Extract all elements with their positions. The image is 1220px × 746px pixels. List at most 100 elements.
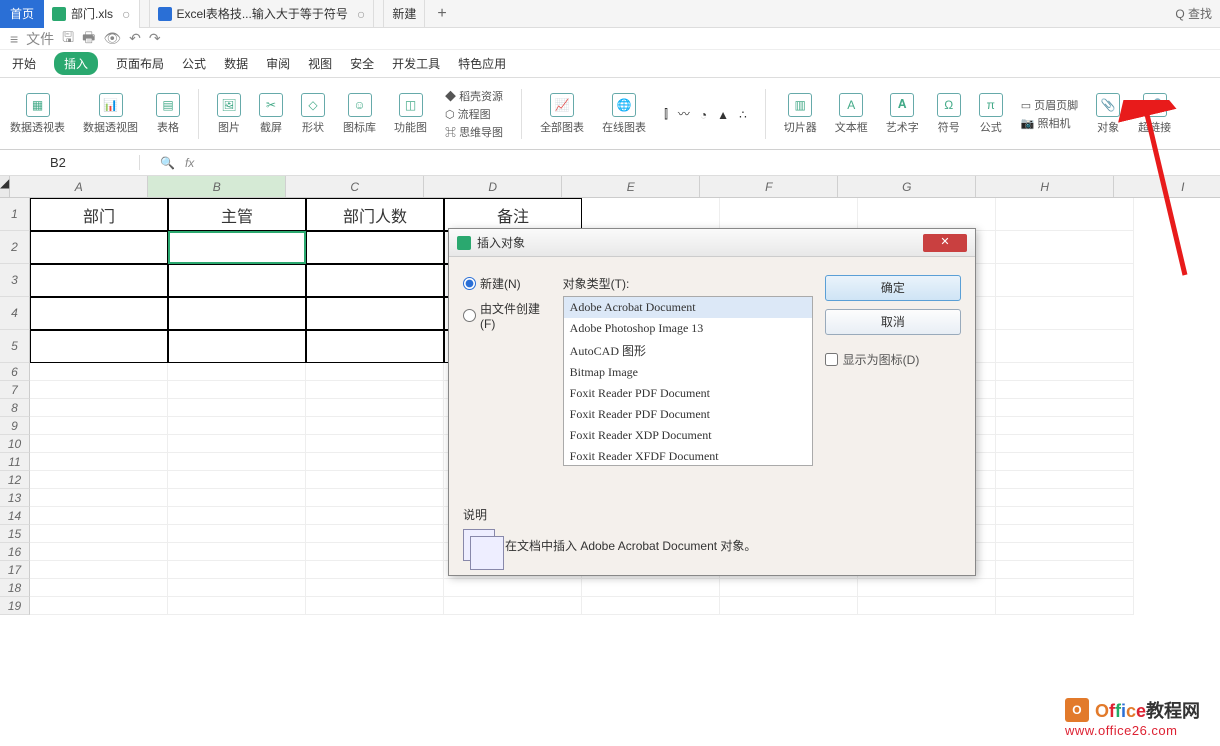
file-label[interactable]: 文件 (26, 29, 54, 49)
menu-icon[interactable]: ≡ (10, 31, 18, 47)
menu-data[interactable]: 数据 (224, 55, 248, 72)
menu-page-layout[interactable]: 页面布局 (116, 55, 164, 72)
row-header[interactable]: 2 (0, 231, 30, 264)
row-header[interactable]: 9 (0, 417, 30, 435)
col-A[interactable]: A (10, 176, 148, 197)
col-C[interactable]: C (286, 176, 424, 197)
row-header[interactable]: 3 (0, 264, 30, 297)
picture-button[interactable]: 🖼图片 (217, 93, 241, 135)
print-icon[interactable]: 🖶 (82, 27, 95, 51)
row-header[interactable]: 15 (0, 525, 30, 543)
list-item[interactable]: Bitmap Image (564, 362, 812, 383)
bar-icon[interactable]: ⫿ (664, 107, 668, 122)
slicer-button[interactable]: ▥切片器 (784, 93, 817, 135)
hyperlink-button[interactable]: 🔗超链接 (1138, 93, 1171, 135)
cell-D1[interactable]: 备注 (444, 198, 582, 231)
row-header[interactable]: 16 (0, 543, 30, 561)
wordart-button[interactable]: 𝐀艺术字 (886, 93, 919, 135)
list-item[interactable]: Adobe Acrobat Document (564, 297, 812, 318)
pivot-chart-button[interactable]: 📊数据透视图 (83, 93, 138, 135)
scatter-icon[interactable]: ∴ (739, 108, 747, 122)
smartart-button[interactable]: ◫功能图 (394, 93, 427, 135)
pivot-table-button[interactable]: ▦数据透视表 (10, 93, 65, 135)
cell-C2[interactable] (306, 231, 444, 264)
table-button[interactable]: ▤表格 (156, 93, 180, 135)
search-box[interactable]: Q 查找 (1167, 5, 1220, 22)
col-D[interactable]: D (424, 176, 562, 197)
menu-start[interactable]: 开始 (12, 55, 36, 72)
icon-lib-button[interactable]: ☺图标库 (343, 93, 376, 135)
cell-A1[interactable]: 部门 (30, 198, 168, 231)
menu-insert[interactable]: 插入 (54, 52, 98, 75)
row-header[interactable]: 10 (0, 435, 30, 453)
resource-button[interactable]: ◆ 稻壳资源 (445, 88, 503, 104)
row-header[interactable]: 7 (0, 381, 30, 399)
dialog-titlebar[interactable]: 插入对象 ✕ (449, 229, 975, 257)
close-icon[interactable]: ○ (122, 6, 130, 22)
row-header[interactable]: 14 (0, 507, 30, 525)
row-header[interactable]: 13 (0, 489, 30, 507)
doc-tab-3[interactable]: 新建 (384, 0, 425, 28)
fx-icon[interactable]: fx (185, 156, 194, 170)
shapes-button[interactable]: ◇形状 (301, 93, 325, 135)
cell-C1[interactable]: 部门人数 (306, 198, 444, 231)
list-item[interactable]: Foxit Reader XDP Document (564, 425, 812, 446)
symbol-button[interactable]: Ω符号 (937, 93, 961, 135)
cell-B1[interactable]: 主管 (168, 198, 306, 231)
row-header[interactable]: 12 (0, 471, 30, 489)
row-header[interactable]: 4 (0, 297, 30, 330)
list-item[interactable]: AutoCAD 图形 (564, 339, 812, 362)
preview-icon[interactable]: 👁 (103, 30, 121, 47)
select-all-corner[interactable]: ◢ (0, 176, 10, 197)
textbox-button[interactable]: A文本框 (835, 93, 868, 135)
doc-tab-1[interactable]: 部门.xls ○ (44, 0, 139, 28)
col-I[interactable]: I (1114, 176, 1220, 197)
menu-dev-tools[interactable]: 开发工具 (392, 55, 440, 72)
cell-B2-active[interactable] (168, 231, 306, 264)
row-header[interactable]: 6 (0, 363, 30, 381)
cell-A2[interactable] (30, 231, 168, 264)
doc-tab-2[interactable]: Excel表格技...输入大于等于符号 ○ (150, 0, 375, 28)
redo-icon[interactable]: ↷ (149, 30, 161, 47)
menu-review[interactable]: 审阅 (266, 55, 290, 72)
close-icon[interactable]: ○ (357, 6, 365, 22)
ok-button[interactable]: 确定 (825, 275, 961, 301)
header-footer-button[interactable]: ▭ 页眉页脚 (1021, 97, 1078, 113)
menu-special[interactable]: 特色应用 (458, 55, 506, 72)
row-header[interactable]: 17 (0, 561, 30, 579)
list-item[interactable]: Foxit Reader XFDF Document (564, 446, 812, 466)
screenshot-button[interactable]: ✂截屏 (259, 93, 283, 135)
list-item[interactable]: Foxit Reader PDF Document (564, 383, 812, 404)
menu-formula[interactable]: 公式 (182, 55, 206, 72)
radio-from-file[interactable]: 由文件创建(F) (463, 300, 551, 331)
equation-button[interactable]: π公式 (979, 93, 1003, 135)
cancel-button[interactable]: 取消 (825, 309, 961, 335)
undo-icon[interactable]: ↶ (129, 30, 141, 47)
list-item[interactable]: Foxit Reader PDF Document (564, 404, 812, 425)
col-H[interactable]: H (976, 176, 1114, 197)
menu-view[interactable]: 视图 (308, 55, 332, 72)
display-as-icon-checkbox[interactable]: 显示为图标(D) (825, 351, 961, 368)
row-header[interactable]: 19 (0, 597, 30, 615)
row-header[interactable]: 18 (0, 579, 30, 597)
col-B[interactable]: B (148, 176, 286, 197)
all-charts-button[interactable]: 📈全部图表 (540, 93, 584, 135)
list-item[interactable]: Adobe Photoshop Image 13 (564, 318, 812, 339)
new-tab-button[interactable]: + (425, 5, 458, 23)
radio-new[interactable]: 新建(N) (463, 275, 551, 292)
object-button[interactable]: 📎对象 (1096, 93, 1120, 135)
mindmap-button[interactable]: ⌘ 思维导图 (445, 124, 503, 140)
flowchart-button[interactable]: ⬡ 流程图 (445, 106, 503, 122)
menu-security[interactable]: 安全 (350, 55, 374, 72)
col-G[interactable]: G (838, 176, 976, 197)
row-header[interactable]: 1 (0, 198, 30, 231)
home-tab[interactable]: 首页 (0, 0, 44, 28)
dialog-close-button[interactable]: ✕ (923, 234, 967, 252)
camera-button[interactable]: 📷 照相机 (1021, 115, 1078, 131)
name-box[interactable]: B2 (0, 155, 140, 170)
object-type-listbox[interactable]: Adobe Acrobat Document Adobe Photoshop I… (563, 296, 813, 466)
col-F[interactable]: F (700, 176, 838, 197)
save-icon[interactable]: 🖫 (62, 27, 74, 51)
area-icon[interactable]: ▲ (717, 108, 729, 122)
row-header[interactable]: 11 (0, 453, 30, 471)
